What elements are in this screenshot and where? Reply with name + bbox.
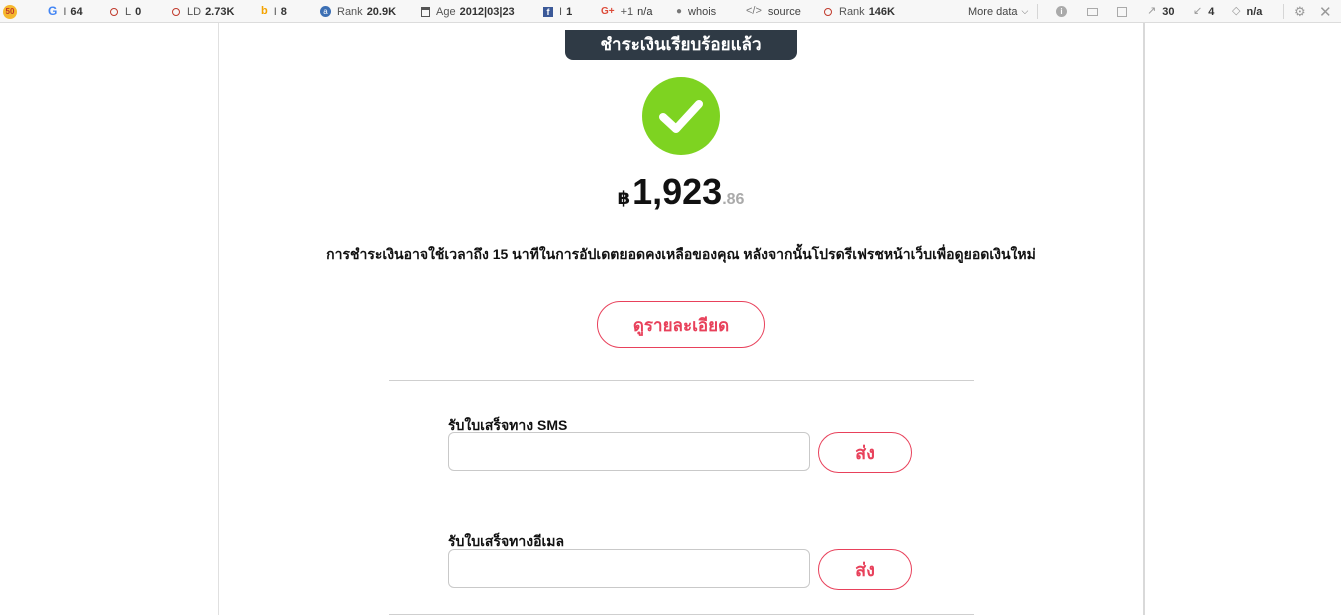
bing-index-label: I (273, 5, 277, 18)
semrush-icon (824, 7, 832, 16)
age-value: 2012|03|23 (459, 5, 515, 18)
gear-icon: ⚙ (1294, 3, 1306, 19)
linking-domains-label: LD (187, 5, 202, 18)
chart-icon (1117, 6, 1127, 17)
monitor-icon (1087, 7, 1098, 16)
sms-receipt-input[interactable] (448, 432, 810, 471)
linking-domains-metric[interactable]: LD 2.73K (172, 0, 234, 23)
alexa-rank-value: 20.9K (366, 5, 397, 18)
bing-icon: b (261, 5, 268, 17)
bing-index-value: 8 (280, 5, 287, 18)
links-label: L (125, 5, 132, 18)
age-metric[interactable]: Age 2012|03|23 (421, 0, 515, 23)
linking-domains-value: 2.73K (205, 5, 235, 18)
bing-index-metric[interactable]: b I 8 (261, 0, 287, 23)
checkmark-icon (659, 100, 703, 133)
google-plus-icon: G+ (601, 6, 615, 17)
google-index-label: I (63, 5, 67, 18)
whois-link[interactable]: ● whois (676, 0, 716, 23)
payment-result-panel: ชำระเงินเรียบร้อยแล้ว ฿1,923.86 การชำระเ… (218, 23, 1145, 615)
seoquake-logo[interactable]: 50 (3, 0, 17, 23)
section-divider (389, 380, 974, 381)
density-button[interactable] (1087, 0, 1098, 23)
facebook-icon: f (543, 6, 553, 17)
close-button[interactable]: ✕ (1319, 0, 1332, 23)
success-check-icon (642, 77, 720, 155)
facebook-label: I (559, 5, 563, 18)
email-receipt-input[interactable] (448, 549, 810, 588)
source-label: source (767, 5, 801, 18)
calendar-icon (421, 6, 430, 17)
age-label: Age (436, 5, 456, 18)
toolbar-divider (1037, 4, 1038, 19)
google-plus-label: +1 (620, 5, 634, 18)
source-link[interactable]: </> source (746, 0, 801, 23)
robot-icon: ◇ (1232, 5, 1241, 17)
external-links-metric[interactable]: ↗ 30 (1147, 0, 1174, 23)
facebook-metric[interactable]: f I 1 (543, 0, 572, 23)
processing-notice: การชำระเงินอาจใช้เวลาถึง 15 นาทีในการอัป… (326, 246, 1036, 262)
code-icon: </> (746, 5, 762, 17)
info-icon: i (1056, 6, 1067, 17)
google-index-metric[interactable]: G I 64 (48, 0, 83, 23)
payment-amount: ฿1,923.86 (219, 171, 1143, 213)
seo-toolbar: 50 G I 64 L 0 LD 2.73K b I 8 a Rank 20.9… (0, 0, 1341, 23)
settings-button[interactable]: ⚙ (1294, 0, 1306, 23)
links-metric[interactable]: L 0 (110, 0, 141, 23)
robots-value: n/a (1246, 5, 1263, 18)
currency-symbol: ฿ (617, 188, 631, 208)
more-data-dropdown[interactable]: More data ⌵ (968, 0, 1028, 23)
diagnosis-button[interactable] (1117, 0, 1127, 23)
google-plus-metric[interactable]: G+ +1 n/a (601, 0, 652, 23)
seoquake-logo-icon: 50 (3, 4, 17, 19)
semrush-rank-value: 146K (868, 5, 895, 18)
status-banner: ชำระเงินเรียบร้อยแล้ว (565, 30, 797, 60)
send-email-button[interactable]: ส่ง (818, 549, 912, 590)
amount-integer: 1,923 (632, 171, 723, 212)
internal-link-icon: ↙ (1193, 5, 1203, 17)
internal-links-metric[interactable]: ↙ 4 (1193, 0, 1214, 23)
internal-links-value: 4 (1208, 5, 1215, 18)
toolbar-divider (1283, 4, 1284, 19)
alexa-rank-label: Rank (337, 5, 363, 18)
alexa-icon: a (320, 6, 331, 17)
info-button[interactable]: i (1056, 0, 1067, 23)
close-icon: ✕ (1319, 3, 1332, 21)
send-sms-button[interactable]: ส่ง (818, 432, 912, 473)
user-icon: ● (676, 6, 683, 17)
links-value: 0 (135, 5, 142, 18)
facebook-value: 1 (566, 5, 573, 18)
google-plus-value: n/a (637, 5, 653, 18)
chevron-down-icon: ⌵ (1021, 6, 1029, 16)
amount-decimal: .86 (722, 191, 745, 208)
view-details-button[interactable]: ดูรายละเอียด (597, 301, 765, 348)
alexa-rank-metric[interactable]: a Rank 20.9K (320, 0, 396, 23)
more-data-label: More data (968, 5, 1018, 18)
external-links-value: 30 (1162, 5, 1175, 18)
semrush-rank-metric[interactable]: Rank 146K (824, 0, 895, 23)
semrush-icon (110, 7, 118, 16)
robots-metric[interactable]: ◇ n/a (1232, 0, 1262, 23)
external-link-icon: ↗ (1147, 5, 1157, 17)
google-index-value: 64 (70, 5, 83, 18)
whois-label: whois (688, 5, 717, 18)
google-icon: G (48, 4, 58, 18)
semrush-rank-label: Rank (839, 5, 865, 18)
semrush-icon (172, 7, 180, 16)
